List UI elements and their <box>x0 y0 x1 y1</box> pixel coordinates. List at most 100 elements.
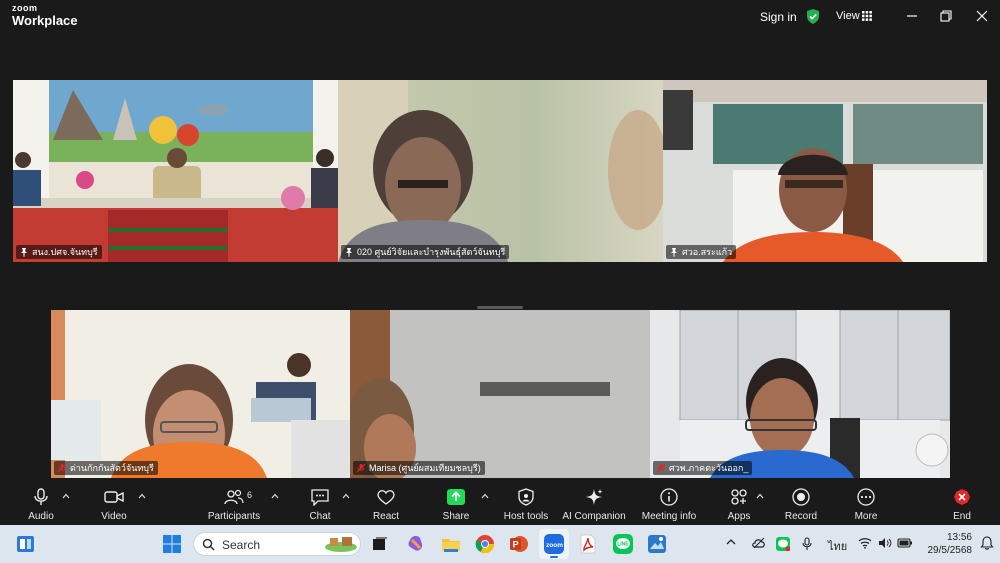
close-icon[interactable] <box>974 8 990 24</box>
ai-companion-button[interactable]: AI Companion <box>560 481 628 525</box>
info-icon <box>660 488 678 506</box>
sparkle-icon <box>586 489 603 505</box>
chevron-up-icon[interactable] <box>481 493 489 499</box>
meeting-info-label: Meeting info <box>641 511 697 522</box>
video-camera-icon <box>104 491 124 503</box>
meeting-info-button[interactable]: Meeting info <box>638 481 700 525</box>
video-button[interactable]: Video <box>92 481 136 525</box>
cloud-sync-icon[interactable] <box>752 537 766 549</box>
more-button[interactable]: More <box>848 481 884 525</box>
video-tile-6[interactable]: ศวพ.ภาคตะวันออก_ <box>650 310 950 478</box>
participants-button[interactable]: Participants <box>204 481 264 525</box>
wifi-icon[interactable] <box>858 537 872 549</box>
widgets-icon[interactable] <box>16 535 35 553</box>
participant-name-tag: ด่านกักกันสัตว์จันทบุรี <box>54 461 158 475</box>
apps-label: Apps <box>727 511 751 522</box>
mic-muted-icon <box>57 463 67 473</box>
video-feed-participant <box>350 310 650 478</box>
minimize-icon[interactable] <box>904 8 920 24</box>
encryption-shield-icon[interactable] <box>806 9 820 24</box>
video-feed-participant <box>663 80 987 262</box>
chat-icon <box>311 489 329 506</box>
chevron-up-icon[interactable] <box>271 493 279 499</box>
input-language[interactable]: ไทย <box>828 537 847 555</box>
photos-app-icon[interactable] <box>647 534 667 554</box>
host-tools-button[interactable]: Host tools <box>500 481 552 525</box>
taskbar-clock[interactable]: 13:56 29/5/2568 <box>918 531 973 557</box>
participant-name-tag: 020 ศูนย์วิจัยและบำรุงพันธุ์สัตว์จันทบุร… <box>341 245 510 259</box>
chevron-up-icon[interactable] <box>62 493 70 499</box>
react-button[interactable]: React <box>366 481 406 525</box>
video-label: Video <box>101 511 127 522</box>
video-tile-1[interactable]: สนง.ปศจ.จันทบุรี <box>13 80 338 262</box>
copilot-icon[interactable] <box>406 534 426 554</box>
notifications-bell-icon[interactable] <box>980 536 994 550</box>
show-hidden-icons-chevron-icon[interactable] <box>726 537 736 547</box>
logo-line1: zoom <box>12 3 38 13</box>
end-call-icon <box>954 489 970 505</box>
ai-companion-label: AI Companion <box>562 511 626 522</box>
share-label: Share <box>442 511 470 522</box>
chevron-up-icon[interactable] <box>342 493 350 499</box>
taskbar-search[interactable]: Search <box>193 532 361 556</box>
apps-icon <box>731 489 747 505</box>
zoom-logo: zoom Workplace <box>12 3 78 28</box>
video-tile-3-active-speaker[interactable]: ศวอ.สระแก้ว <box>663 80 987 262</box>
chat-button[interactable]: Chat <box>300 481 340 525</box>
logo-line2: Workplace <box>12 13 78 28</box>
video-feed-participant <box>51 310 350 478</box>
chevron-up-icon[interactable] <box>138 493 146 499</box>
line-app-icon[interactable]: LINE <box>613 534 633 554</box>
start-icon[interactable] <box>162 534 182 554</box>
record-icon <box>792 488 810 506</box>
title-bar: zoom Workplace Sign in View <box>0 0 1000 34</box>
volume-icon[interactable] <box>878 537 892 549</box>
audio-button[interactable]: Audio <box>18 481 64 525</box>
search-highlight-icon <box>325 537 357 552</box>
apps-button[interactable]: Apps <box>722 481 756 525</box>
search-placeholder: Search <box>222 538 261 552</box>
participant-name: ศวพ.ภาคตะวันออก_ <box>669 463 749 473</box>
participant-name: 020 ศูนย์วิจัยและบำรุงพันธุ์สัตว์จันทบุร… <box>357 247 506 257</box>
line-tray-icon[interactable] <box>776 537 790 551</box>
sign-in-button[interactable]: Sign in <box>760 10 797 24</box>
share-button[interactable]: Share <box>436 481 476 525</box>
pin-icon <box>346 248 352 257</box>
chrome-icon[interactable] <box>475 534 495 554</box>
participant-name-tag: สนง.ปศจ.จันทบุรี <box>16 245 102 259</box>
powerpoint-icon[interactable]: P <box>509 534 529 554</box>
meeting-toolbar: Audio Video Participants 6 Chat React Sh… <box>0 481 1000 525</box>
gallery-page-divider[interactable] <box>477 306 523 309</box>
participant-name-tag: Marisa (ศูนย์ผสมเทียมชลบุรี) <box>353 461 485 475</box>
svg-text:P: P <box>513 540 519 550</box>
grid-view-icon[interactable] <box>862 11 872 21</box>
video-tile-2[interactable]: 020 ศูนย์วิจัยและบำรุงพันธุ์สัตว์จันทบุร… <box>338 80 663 262</box>
participant-name: สนง.ปศจ.จันทบุรี <box>32 247 98 257</box>
windows-taskbar: Search P zoom LINE ไทย 13:56 29/5/2568 <box>0 525 1000 563</box>
host-tools-label: Host tools <box>503 511 549 522</box>
chevron-up-icon[interactable] <box>756 493 764 499</box>
end-label: End <box>953 511 971 522</box>
acrobat-icon[interactable] <box>578 534 598 554</box>
pin-icon <box>21 248 27 257</box>
restore-icon[interactable] <box>938 8 954 24</box>
zoom-app-icon: zoom <box>544 534 564 554</box>
more-label: More <box>854 511 878 522</box>
participant-name-tag: ศวอ.สระแก้ว <box>666 245 737 259</box>
search-icon <box>202 538 215 551</box>
video-tile-5[interactable]: Marisa (ศูนย์ผสมเทียมชลบุรี) <box>350 310 650 478</box>
mic-muted-icon <box>356 463 366 473</box>
view-button[interactable]: View <box>836 10 860 22</box>
microphone-icon <box>34 488 48 505</box>
participants-count: 6 <box>247 490 253 500</box>
shield-icon <box>518 488 534 506</box>
file-explorer-icon[interactable] <box>441 534 461 554</box>
zoom-taskbar-item-active[interactable]: zoom <box>539 529 569 559</box>
participant-name: ศวอ.สระแก้ว <box>682 247 733 257</box>
end-meeting-button[interactable]: End <box>946 481 978 525</box>
task-view-icon[interactable] <box>370 534 390 554</box>
battery-icon[interactable] <box>897 537 913 549</box>
microphone-tray-icon[interactable] <box>802 537 812 551</box>
record-button[interactable]: Record <box>782 481 820 525</box>
video-tile-4[interactable]: ด่านกักกันสัตว์จันทบุรี <box>51 310 350 478</box>
